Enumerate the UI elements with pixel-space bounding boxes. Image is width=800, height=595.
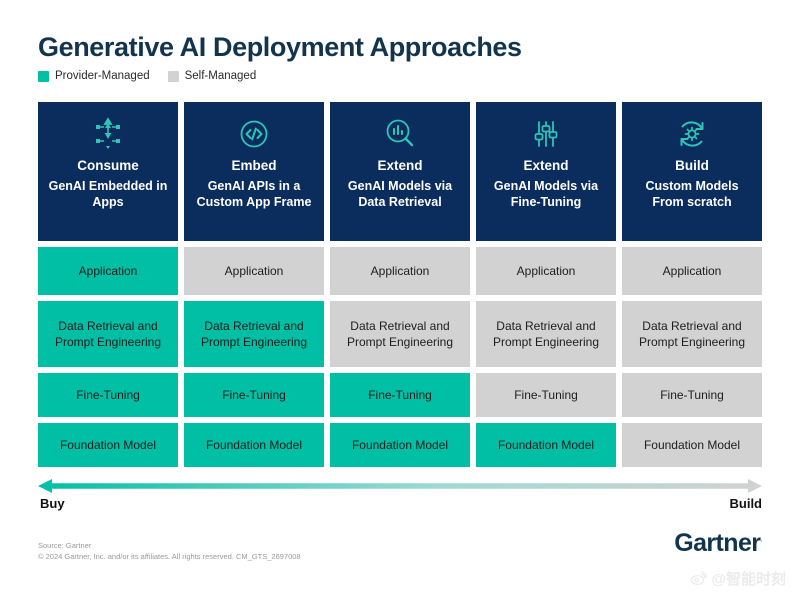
legend-label-self-managed: Self-Managed: [184, 70, 257, 82]
column-header-extend-data-retrieval: Extend GenAI Models via Data Retrieval: [330, 102, 470, 241]
buy-build-arrow: [38, 478, 762, 494]
layer-cell-data-retrieval: Data Retrieval and Prompt Engineering: [184, 301, 324, 367]
approach-column-extend-fine-tuning: Extend GenAI Models via Fine-Tuning Appl…: [476, 102, 616, 467]
weibo-watermark: @智能时刻: [690, 568, 786, 589]
weibo-icon: [690, 570, 708, 587]
layer-cell-fine-tuning: Fine-Tuning: [476, 373, 616, 417]
layer-cell-foundation-model: Foundation Model: [476, 423, 616, 467]
layer-cell-application: Application: [330, 247, 470, 295]
column-header-extend-fine-tuning: Extend GenAI Models via Fine-Tuning: [476, 102, 616, 241]
column-subtitle-extend-fine-tuning: GenAI Models via Fine-Tuning: [493, 178, 599, 210]
infographic-root: Generative AI Deployment Approaches Prov…: [0, 0, 800, 595]
page-title: Generative AI Deployment Approaches: [38, 32, 522, 62]
legend-swatch-gray-icon: [167, 70, 179, 82]
column-subtitle-consume: GenAI Embedded in Apps: [48, 178, 168, 210]
copyright-line: © 2024 Gartner, Inc. and/or its affiliat…: [38, 552, 301, 562]
axis-label-build: Build: [729, 496, 763, 511]
layer-cell-data-retrieval: Data Retrieval and Prompt Engineering: [38, 301, 178, 367]
layer-cell-foundation-model: Foundation Model: [622, 423, 762, 467]
code-brackets-circle-icon: [235, 114, 273, 154]
column-header-build: Build Custom Models From scratch: [622, 102, 762, 241]
layer-cell-application: Application: [476, 247, 616, 295]
layer-cell-fine-tuning: Fine-Tuning: [622, 373, 762, 417]
column-subtitle-embed: GenAI APIs in a Custom App Frame: [196, 178, 312, 210]
source-line: Source: Gartner: [38, 541, 92, 550]
column-title-extend-data-retrieval: Extend: [377, 158, 423, 173]
approach-column-build: Build Custom Models From scratch Applica…: [622, 102, 762, 467]
approach-column-extend-data-retrieval: Extend GenAI Models via Data Retrieval A…: [330, 102, 470, 467]
column-subtitle-build: Custom Models From scratch: [645, 178, 739, 210]
layer-cell-fine-tuning: Fine-Tuning: [330, 373, 470, 417]
source-footer: Source: Gartner © 2024 Gartner, Inc. and…: [38, 540, 301, 563]
axis-label-buy: Buy: [40, 496, 65, 511]
layer-cell-fine-tuning: Fine-Tuning: [38, 373, 178, 417]
gartner-logo: Gartner.: [674, 529, 762, 558]
gear-refresh-icon: [673, 114, 711, 154]
legend-swatch-teal-icon: [38, 70, 49, 82]
sliders-faders-icon: [527, 114, 565, 154]
legend-item-self-managed: Self-Managed: [167, 70, 257, 82]
layer-cell-foundation-model: Foundation Model: [184, 423, 324, 467]
layer-cell-foundation-model: Foundation Model: [38, 423, 178, 467]
column-title-embed: Embed: [231, 158, 277, 173]
layer-cell-foundation-model: Foundation Model: [330, 423, 470, 467]
weibo-handle: @智能时刻: [711, 571, 786, 588]
layer-cell-application: Application: [38, 247, 178, 295]
layer-cell-data-retrieval: Data Retrieval and Prompt Engineering: [622, 301, 762, 367]
layer-cell-application: Application: [622, 247, 762, 295]
legend: Provider-Managed Self-Managed: [38, 70, 256, 82]
column-header-embed: Embed GenAI APIs in a Custom App Frame: [184, 102, 324, 241]
layer-cell-fine-tuning: Fine-Tuning: [184, 373, 324, 417]
column-subtitle-extend-data-retrieval: GenAI Models via Data Retrieval: [347, 178, 453, 210]
magnifier-bar-chart-icon: [381, 114, 419, 154]
column-header-consume: Consume GenAI Embedded in Apps: [38, 102, 178, 241]
approach-grid: Consume GenAI Embedded in Apps Applicati…: [38, 102, 762, 467]
approach-column-embed: Embed GenAI APIs in a Custom App Frame A…: [184, 102, 324, 467]
layer-cell-data-retrieval: Data Retrieval and Prompt Engineering: [330, 301, 470, 367]
column-title-consume: Consume: [77, 158, 139, 173]
gartner-logo-mark: .: [760, 534, 762, 544]
approach-column-consume: Consume GenAI Embedded in Apps Applicati…: [38, 102, 178, 467]
network-nodes-lightning-icon: [89, 114, 127, 154]
legend-label-provider-managed: Provider-Managed: [55, 70, 150, 82]
column-title-extend-fine-tuning: Extend: [523, 158, 569, 173]
gartner-logo-text: Gartner: [674, 529, 761, 557]
layer-cell-application: Application: [184, 247, 324, 295]
legend-item-provider-managed: Provider-Managed: [38, 70, 150, 82]
layer-cell-data-retrieval: Data Retrieval and Prompt Engineering: [476, 301, 616, 367]
column-title-build: Build: [675, 158, 709, 173]
